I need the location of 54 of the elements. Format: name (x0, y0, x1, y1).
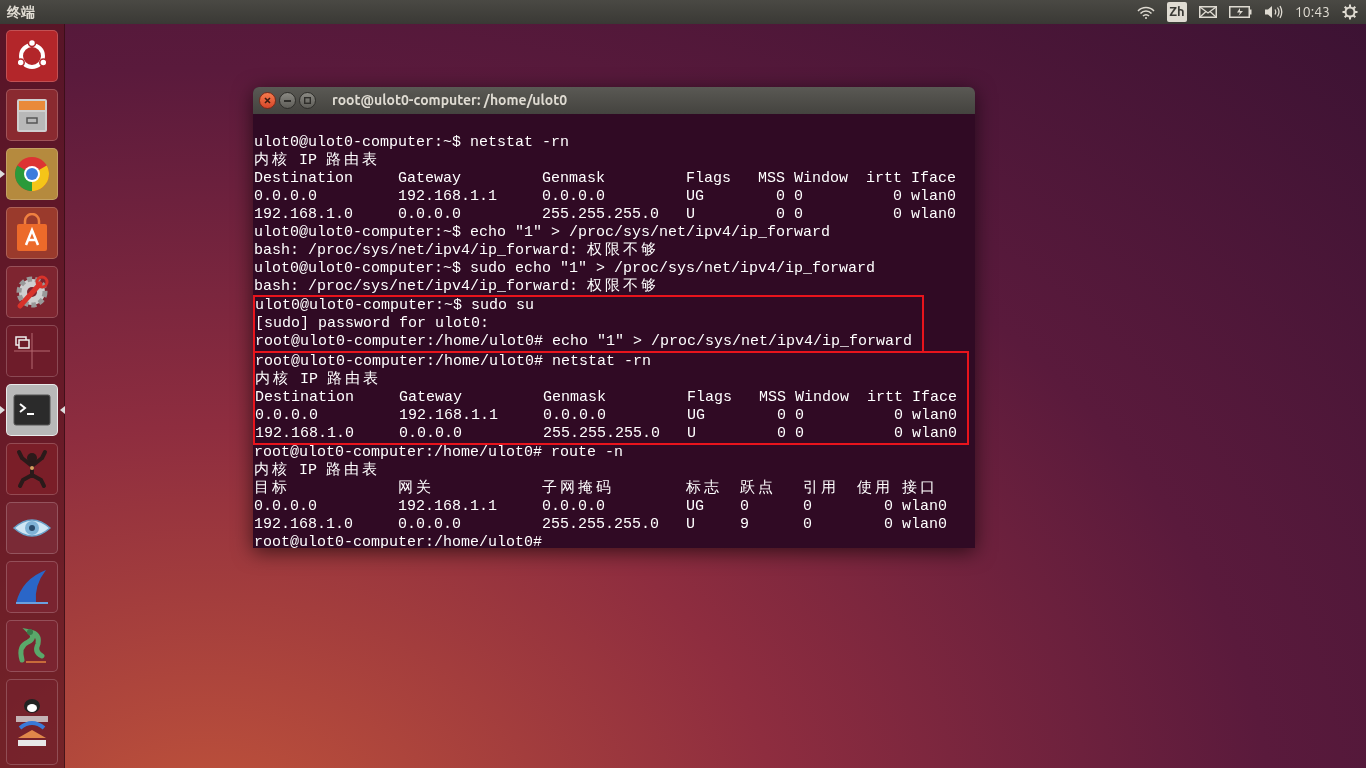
terminal-line: 0.0.0.0 192.168.1.1 0.0.0.0 UG 0 0 0 wlan0 (254, 498, 948, 516)
terminal-line: root@ulot0-computer:/home/ulot0# netstat -rn (255, 353, 652, 370)
terminal-line: Destination Gateway Genmask Flags MSS Window irtt Iface (254, 170, 957, 188)
wifi-icon[interactable] (1136, 5, 1155, 19)
launcher-item[interactable] (6, 384, 58, 436)
column-header: 标志 (686, 480, 722, 497)
terminal-line: ulot0@ulot0-computer:~$ netstat -rn (254, 134, 570, 151)
column-header: 子网掩码 (542, 480, 614, 497)
close-icon (264, 97, 271, 104)
close-button[interactable] (259, 92, 276, 109)
column-header: 网关 (398, 480, 434, 497)
column-header: 使用 (857, 480, 893, 497)
window-title: root@ulot0-computer: /home/ulot0 (332, 91, 568, 110)
terminal-line: 192.168.1.0 0.0.0.0 255.255.255.0 U 0 0 0 wlan0 (255, 425, 958, 443)
terminal-line: ulot0@ulot0-computer:~$ sudo echo "1" > /proc/sys/net/ipv4/ip_forward (254, 260, 876, 278)
settings-icon[interactable] (1342, 4, 1358, 20)
terminal-line: 0.0.0.0 192.168.1.1 0.0.0.0 UG 0 0 0 wlan0 (255, 407, 958, 425)
browser-icon (12, 154, 52, 194)
terminal-line: Destination Gateway Genmask Flags MSS Window irtt Iface (255, 389, 958, 407)
launcher-item[interactable] (6, 266, 58, 318)
volume-icon[interactable] (1263, 5, 1283, 19)
minimize-icon (284, 99, 291, 102)
terminal-line: bash: /proc/sys/net/ipv4/ip_forward: 权限不够 (254, 278, 660, 296)
minimize-button[interactable] (279, 92, 296, 109)
launcher-item[interactable] (6, 89, 58, 141)
terminal-line: 内核 IP 路由表 (255, 371, 381, 389)
launcher-item[interactable] (6, 679, 58, 765)
terminal-line: 0.0.0.0 192.168.1.1 0.0.0.0 UG 0 0 0 wlan0 (254, 188, 957, 206)
launcher-item[interactable] (6, 325, 58, 377)
input-method-indicator[interactable]: Zh (1166, 2, 1187, 22)
clock[interactable]: 10:43 (1294, 1, 1330, 23)
mail-icon[interactable] (1198, 6, 1217, 18)
launcher-item[interactable] (6, 207, 58, 259)
terminal-line: root@ulot0-computer:/home/ulot0# echo "1" > /proc/sys/net/ipv4/ip_forward (255, 333, 913, 351)
launcher-item[interactable] (6, 30, 58, 82)
workspace-grid-icon (12, 331, 52, 371)
column-header: 跃点 (740, 480, 776, 497)
terminal-line: [sudo] password for ulot0: (255, 315, 490, 333)
terminal-line: bash: /proc/sys/net/ipv4/ip_forward: 权限不够 (254, 242, 660, 260)
terminal-line: 192.168.1.0 0.0.0.0 255.255.255.0 U 9 0 0 wlan0 (254, 516, 948, 534)
column-header: 引用 (803, 480, 839, 497)
terminal-line: ulot0@ulot0-computer:~$ echo "1" > /proc/sys/net/ipv4/ip_forward (254, 224, 831, 242)
terminal-line: root@ulot0-computer:/home/ulot0# route -n (254, 444, 624, 461)
terminal-line: ulot0@ulot0-computer:~$ sudo su (255, 297, 535, 315)
terminal-line: 内核 IP 路由表 (254, 152, 380, 170)
launcher-item[interactable] (6, 502, 58, 554)
app-title: 终端 (7, 2, 35, 22)
maximize-icon (304, 97, 311, 104)
terminal-line: 内核 IP 路由表 (254, 462, 380, 480)
terminal-line: 192.168.1.0 0.0.0.0 255.255.255.0 U 0 0 0 wlan0 (254, 206, 957, 224)
battery-icon[interactable] (1228, 6, 1252, 18)
maximize-button[interactable] (299, 92, 316, 109)
column-header: 接口 (902, 480, 938, 497)
column-header: 目标 (254, 480, 290, 497)
